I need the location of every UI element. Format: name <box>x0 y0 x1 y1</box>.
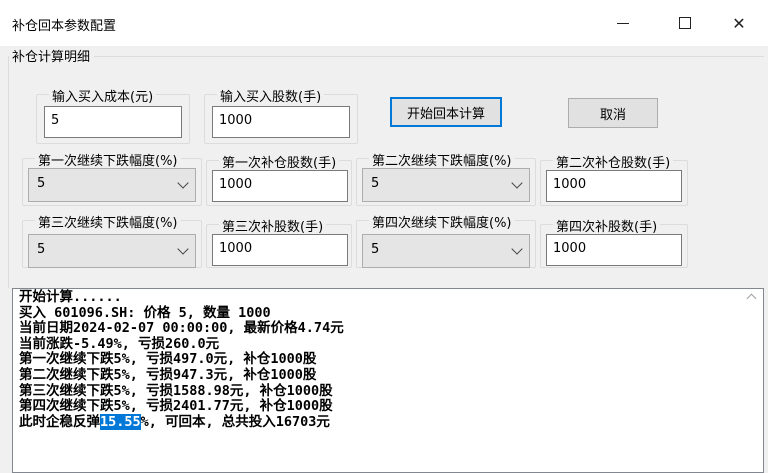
minimize-button[interactable] <box>600 0 646 46</box>
selected-text: 15.55 <box>100 413 141 430</box>
add2-label: 第二次补仓股数(手) <box>553 152 674 171</box>
drop4-label: 第四次继续下跌幅度(%) <box>369 212 515 231</box>
add1-label: 第一次补仓股数(手) <box>219 152 340 171</box>
cost-label: 输入买入成本(元) <box>49 86 157 105</box>
drop3-value: 5 <box>37 242 46 257</box>
result-line: 第二次继续下跌5%, 亏损947.3元, 补仓1000股 <box>19 366 317 383</box>
drop4-value: 5 <box>371 242 380 257</box>
chevron-down-icon <box>511 243 523 255</box>
drop2-value: 5 <box>371 176 380 191</box>
add4-input[interactable]: 1000 <box>546 234 682 266</box>
cost-input[interactable]: 5 <box>44 106 182 138</box>
result-output[interactable]: 开始计算...... 买入 601096.SH: 价格 5, 数量 1000 当前日… <box>12 288 764 473</box>
result-line: 第四次继续下跌5%, 亏损2401.77元, 补仓1000股 <box>19 398 333 415</box>
drop1-value: 5 <box>37 176 46 191</box>
final-prefix: 此时企稳反弹 <box>19 413 100 430</box>
section-border-left <box>8 56 9 288</box>
cancel-button[interactable]: 取消 <box>568 98 658 128</box>
add4-label: 第四次补股数(手) <box>553 216 661 235</box>
result-line: 当前日期2024-02-07 00:00:00, 最新价格4.74元 <box>19 320 344 337</box>
result-line: 开始计算...... <box>19 289 122 305</box>
maximize-icon <box>679 17 691 29</box>
add3-input[interactable]: 1000 <box>212 234 348 266</box>
drop3-label: 第三次继续下跌幅度(%) <box>35 212 181 231</box>
drop2-label: 第二次继续下跌幅度(%) <box>369 150 515 169</box>
close-icon: ✕ <box>732 13 746 33</box>
chevron-down-icon <box>511 177 523 189</box>
minimize-icon <box>617 22 629 24</box>
chevron-down-icon <box>177 243 189 255</box>
chevron-down-icon <box>177 177 189 189</box>
add3-label: 第三次补股数(手) <box>219 216 327 235</box>
result-line: 买入 601096.SH: 价格 5, 数量 1000 <box>19 304 271 321</box>
drop4-select[interactable]: 5 <box>362 234 530 268</box>
drop3-select[interactable]: 5 <box>28 234 196 268</box>
section-border-top <box>88 56 764 57</box>
final-suffix: %, 可回本, 总共投入16703元 <box>140 413 330 430</box>
window-title: 补仓回本参数配置 <box>12 19 117 34</box>
start-calc-button[interactable]: 开始回本计算 <box>390 97 502 127</box>
add1-input[interactable]: 1000 <box>212 170 348 202</box>
shares-input[interactable]: 1000 <box>212 106 350 138</box>
result-text: 开始计算...... 买入 601096.SH: 价格 5, 数量 1000 当前日… <box>19 289 344 431</box>
drop1-label: 第一次继续下跌幅度(%) <box>35 150 181 169</box>
drop2-select[interactable]: 5 <box>362 168 530 202</box>
title-bar: 补仓回本参数配置 ✕ <box>0 0 768 46</box>
result-line: 第三次继续下跌5%, 亏损1588.98元, 补仓1000股 <box>19 382 333 399</box>
scroll-up-arrow-icon[interactable] <box>746 293 757 304</box>
shares-label: 输入买入股数(手) <box>217 86 325 105</box>
section-title: 补仓计算明细 <box>12 46 95 65</box>
maximize-button[interactable] <box>662 0 708 46</box>
close-button[interactable]: ✕ <box>716 0 762 46</box>
result-line: 第一次继续下跌5%, 亏损497.0元, 补仓1000股 <box>19 351 317 368</box>
result-line-final: 此时企稳反弹15.55%, 可回本, 总共投入16703元 <box>19 413 344 431</box>
add2-input[interactable]: 1000 <box>546 170 682 202</box>
drop1-select[interactable]: 5 <box>28 168 196 202</box>
